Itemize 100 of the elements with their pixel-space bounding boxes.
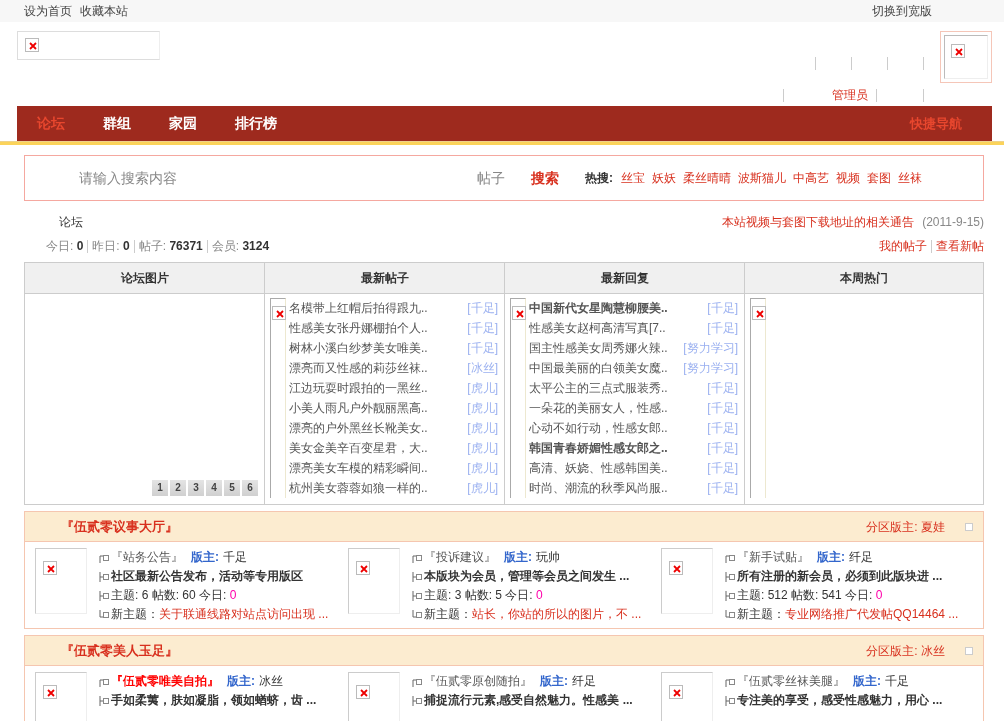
forum-link[interactable]: 『伍贰零唯美自拍』	[111, 672, 219, 691]
moderator-link[interactable]: 纤足	[849, 548, 873, 567]
post-link[interactable]: 性感美女张丹娜棚拍个人..	[289, 319, 428, 337]
post-link[interactable]: 韩国青春娇媚性感女郎之..	[529, 439, 668, 457]
post-link[interactable]: 高清、妖娆、性感韩国美..	[529, 459, 668, 477]
new-topic-label: 新主题：	[737, 606, 785, 623]
post-link[interactable]: 一朵花的美丽女人，性感..	[529, 399, 668, 417]
logo[interactable]	[17, 31, 160, 60]
moderator-link[interactable]: 玩帅	[536, 548, 560, 567]
broken-image-icon	[669, 561, 683, 575]
slide-page-button[interactable]: 1	[152, 480, 168, 496]
moderator-link[interactable]: 千足	[223, 548, 247, 567]
slide-page-button[interactable]: 2	[170, 480, 186, 496]
moderator-link[interactable]: 冰丝	[259, 672, 283, 691]
search-button[interactable]: 搜索	[531, 167, 559, 189]
forum-description: 专注美的享受，感受性感魅力，用心 ...	[737, 692, 943, 709]
tree-line-icon	[99, 590, 110, 601]
wide-mode-link[interactable]: 切换到宽版	[872, 4, 932, 18]
forum-stats: 主题: 6 帖数: 60 今日: 0	[111, 587, 237, 604]
column-header: 最新回复	[505, 263, 745, 294]
hot-search-link[interactable]: 丝袜	[898, 169, 922, 187]
notice-date: (2011-9-15)	[922, 214, 984, 231]
tree-line-icon	[725, 590, 736, 601]
forum-link[interactable]: 『伍贰零丝袜美腿』	[737, 672, 845, 691]
broken-image-icon	[356, 685, 370, 699]
section-title[interactable]: 『伍贰零议事大厅』	[61, 516, 178, 537]
topbar-link[interactable]: 设为首页	[24, 4, 72, 18]
post-link[interactable]: 国主性感美女周秀娜火辣..	[529, 339, 668, 357]
tree-line-icon	[725, 695, 736, 706]
slide-page-button[interactable]: 4	[206, 480, 222, 496]
post-link[interactable]: 杭州美女蓉蓉如狼一样的..	[289, 479, 428, 497]
moderator-link[interactable]: 纤足	[572, 672, 596, 691]
nav-tab[interactable]: 排行榜	[235, 113, 277, 134]
stat-text: 帖子: 76371	[138, 238, 203, 255]
nav-tab[interactable]: 群组	[103, 113, 131, 134]
search-scope-dropdown[interactable]: 帖子	[477, 167, 505, 189]
column-header: 论坛图片	[25, 263, 265, 294]
post-link[interactable]: 漂亮而又性感的莉莎丝袜..	[289, 359, 428, 377]
nav-tab[interactable]: 家园	[169, 113, 197, 134]
slide-page-button[interactable]: 5	[224, 480, 240, 496]
user-link[interactable]: 我的帖子	[879, 237, 927, 255]
post-link[interactable]: 漂亮美女车模的精彩瞬间..	[289, 459, 428, 477]
tree-line-icon	[412, 609, 423, 620]
moderator-label: 版主:	[540, 673, 568, 690]
forum-link[interactable]: 『站务公告』	[111, 548, 183, 567]
hot-search-link[interactable]: 妖妖	[652, 169, 676, 187]
new-topic-link[interactable]: 关于联通线路对站点访问出现 ...	[159, 605, 329, 624]
moderator-label: 版主:	[853, 673, 881, 690]
tree-line-icon	[412, 590, 423, 601]
topbar-link[interactable]: 收藏本站	[80, 4, 128, 18]
section-title[interactable]: 『伍贰零美人玉足』	[61, 640, 178, 661]
breadcrumb-link[interactable]: 论坛	[59, 213, 83, 231]
post-link[interactable]: 江边玩耍时跟拍的一黑丝..	[289, 379, 428, 397]
broken-image-icon	[25, 38, 39, 52]
post-link[interactable]: 小美人雨凡户外靓丽黑高..	[289, 399, 428, 417]
broken-image-icon	[356, 561, 370, 575]
hot-search-link[interactable]: 波斯猫儿	[738, 169, 786, 187]
stat-text: 今日: 0	[46, 238, 84, 255]
user-link[interactable]: 查看新帖	[936, 237, 984, 255]
hot-search-link[interactable]: 视频	[836, 169, 860, 187]
forum-link[interactable]: 『伍贰零原创随拍』	[424, 672, 532, 691]
hot-search-link[interactable]: 中高艺	[793, 169, 829, 187]
tree-line-icon	[99, 676, 110, 687]
hot-search-link[interactable]: 丝宝	[621, 169, 645, 187]
slide-page-button[interactable]: 6	[242, 480, 258, 496]
post-link[interactable]: 太平公主的三点式服装秀..	[529, 379, 668, 397]
broken-image-icon	[272, 306, 286, 320]
tree-line-icon	[725, 571, 736, 582]
forum-description: 本版块为会员，管理等会员之间发生 ...	[424, 568, 630, 585]
column-header: 最新帖子	[265, 263, 505, 294]
avatar[interactable]	[940, 31, 992, 83]
post-link[interactable]: 中国最美丽的白领美女魔..	[529, 359, 668, 377]
notice-link[interactable]: 本站视频与套图下载地址的相关通告	[722, 213, 915, 231]
hot-search-link[interactable]: 套图	[867, 169, 891, 187]
collapse-toggle[interactable]	[965, 522, 973, 531]
new-topic-link[interactable]: 专业网络推广代发帖QQ14464 ...	[785, 605, 959, 624]
hot-search-link[interactable]: 柔丝晴晴	[683, 169, 731, 187]
post-link[interactable]: 中国新代女星陶慧柳腰美..	[529, 299, 668, 317]
post-link[interactable]: 美女金美辛百变星君，大..	[289, 439, 428, 457]
post-link[interactable]: 性感美女赵柯高清写真[7..	[529, 319, 666, 337]
collapse-toggle[interactable]	[965, 646, 973, 655]
slide-page-button[interactable]: 3	[188, 480, 204, 496]
broken-image-icon	[752, 306, 766, 320]
moderator-link[interactable]: 千足	[885, 672, 909, 691]
post-link[interactable]: 时尚、潮流的秋季风尚服..	[529, 479, 668, 497]
tree-line-icon	[99, 695, 110, 706]
forum-link[interactable]: 『新手试贴』	[737, 548, 809, 567]
new-topic-label: 新主题：	[424, 606, 472, 623]
post-link[interactable]: 名模带上红帽后拍得跟九..	[289, 299, 428, 317]
post-link[interactable]: 心动不如行动，性感女郎..	[529, 419, 668, 437]
stat-text: 昨日: 0	[92, 238, 130, 255]
post-link[interactable]: 树林小溪白纱梦美女唯美..	[289, 339, 428, 357]
forum-link[interactable]: 『投诉建议』	[424, 548, 496, 567]
forum-description: 所有注册的新会员，必须到此版块进 ...	[737, 568, 943, 585]
tree-line-icon	[412, 571, 423, 582]
user-role-link[interactable]: 管理员	[832, 86, 868, 104]
tree-line-icon	[412, 695, 423, 706]
post-link[interactable]: 漂亮的户外黑丝长靴美女..	[289, 419, 428, 437]
tree-line-icon	[99, 552, 110, 563]
new-topic-link[interactable]: 站长，你站的所以的图片，不 ...	[472, 605, 642, 624]
